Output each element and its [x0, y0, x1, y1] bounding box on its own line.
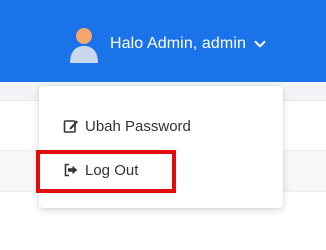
edit-icon [63, 118, 79, 134]
user-dropdown-menu: Ubah Password Log Out [39, 86, 283, 208]
change-password-label: Ubah Password [85, 117, 191, 135]
logout-label: Log Out [85, 161, 139, 179]
logout-menu-item[interactable]: Log Out [39, 150, 283, 190]
user-greeting: Halo Admin, admin [110, 35, 246, 52]
change-password-menu-item[interactable]: Ubah Password [39, 106, 283, 146]
page-panel [0, 212, 326, 250]
user-menu-toggle[interactable]: Halo Admin, admin [68, 24, 266, 64]
user-avatar-icon [68, 25, 100, 63]
chevron-down-icon [254, 38, 266, 50]
sign-out-icon [63, 162, 79, 178]
